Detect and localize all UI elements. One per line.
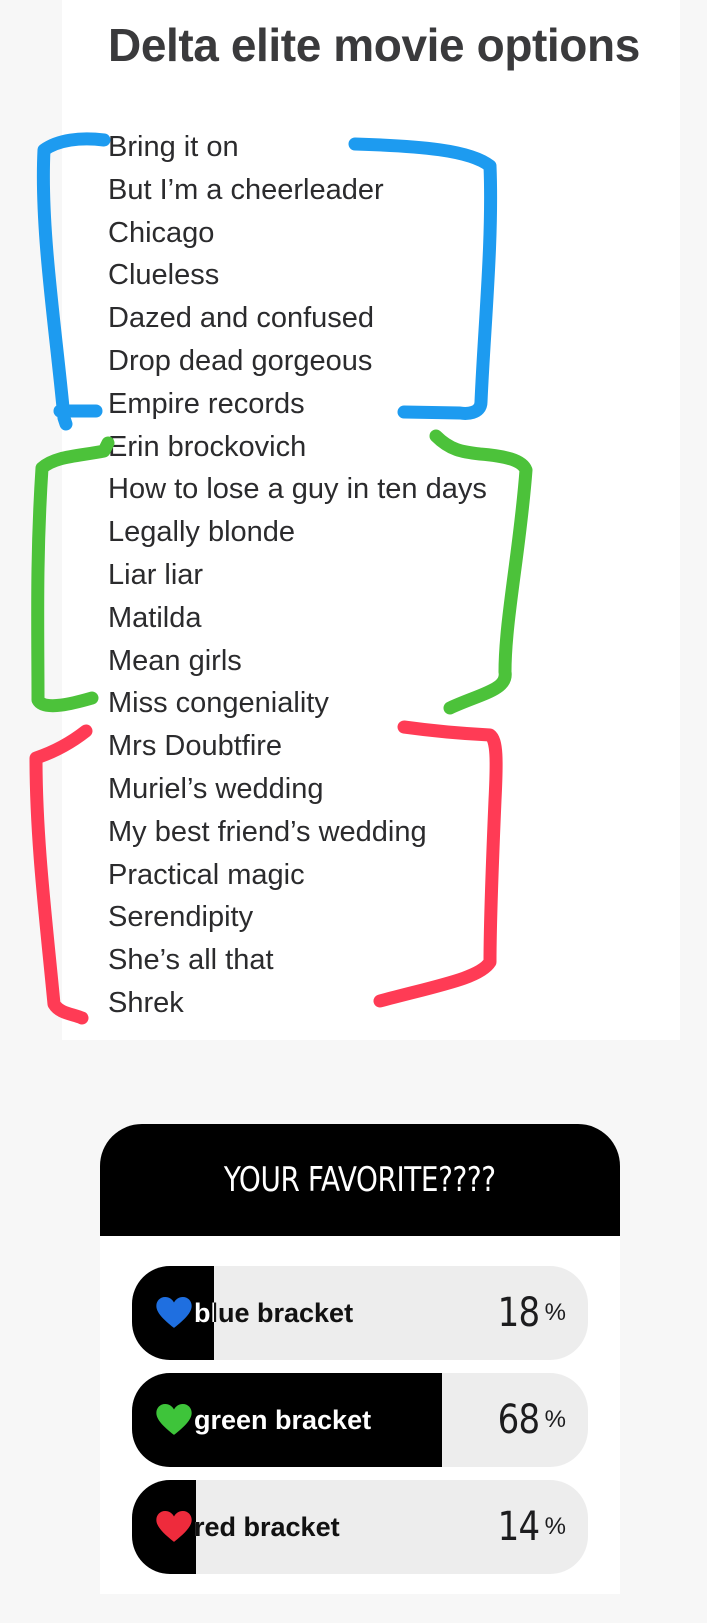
red-heart-icon	[156, 1511, 192, 1542]
list-item: Drop dead gorgeous	[108, 344, 373, 377]
list-item: Dazed and confused	[108, 302, 375, 335]
poll-option-label: green bracket	[194, 1404, 372, 1435]
list-item: But I’m a cheerleader	[108, 173, 384, 206]
movie-list: Bring it on But I’m a cheerleader Chicag…	[108, 126, 487, 1025]
list-item: How to lose a guy in ten days	[108, 473, 487, 506]
page-title: Delta elite movie options	[108, 19, 640, 71]
list-item: Bring it on	[108, 131, 239, 163]
list-item: Muriel’s wedding	[108, 772, 324, 805]
blue-heart-icon	[156, 1297, 192, 1328]
list-item: Chicago	[108, 216, 215, 249]
poll-sticker: YOUR FAVORITE???? blue bracket 18% green…	[100, 1124, 620, 1594]
list-item: Practical magic	[108, 858, 305, 891]
list-item: Shrek	[108, 986, 184, 1019]
poll-option-percent: 18%	[494, 1266, 566, 1360]
poll-option-red[interactable]: red bracket 14%	[132, 1480, 588, 1574]
list-item: Mean girls	[108, 644, 242, 677]
list-item: Mrs Doubtfire	[108, 730, 283, 763]
percent-sign: %	[544, 1513, 566, 1540]
list-item: Liar liar	[108, 558, 204, 591]
green-heart-icon	[156, 1404, 192, 1435]
poll-option-percent: 14%	[494, 1480, 566, 1574]
poll-option-blue[interactable]: blue bracket 18%	[132, 1266, 588, 1360]
list-item: Erin brockovich	[108, 430, 307, 463]
percent-sign: %	[544, 1406, 566, 1433]
list-item: Serendipity	[108, 901, 254, 934]
poll-header: YOUR FAVORITE????	[100, 1124, 620, 1236]
poll-option-percent: 68%	[494, 1373, 566, 1467]
list-item: Miss congeniality	[108, 687, 329, 720]
list-item: My best friend’s wedding	[108, 815, 427, 848]
list-item: Matilda	[108, 601, 202, 634]
percent-value: 68	[497, 1397, 539, 1443]
percent-value: 18	[497, 1290, 539, 1336]
percent-value: 14	[497, 1504, 539, 1550]
list-item: Clueless	[108, 259, 220, 292]
list-item: Empire records	[108, 387, 305, 420]
percent-sign: %	[544, 1299, 566, 1326]
poll-option-label: blue bracket	[194, 1297, 354, 1328]
poll-option-label: red bracket	[194, 1511, 340, 1542]
poll-question: YOUR FAVORITE????	[224, 1160, 496, 1200]
poll-option-green[interactable]: green bracket 68%	[132, 1373, 588, 1467]
list-item: She’s all that	[108, 944, 274, 977]
list-item: Legally blonde	[108, 516, 296, 549]
